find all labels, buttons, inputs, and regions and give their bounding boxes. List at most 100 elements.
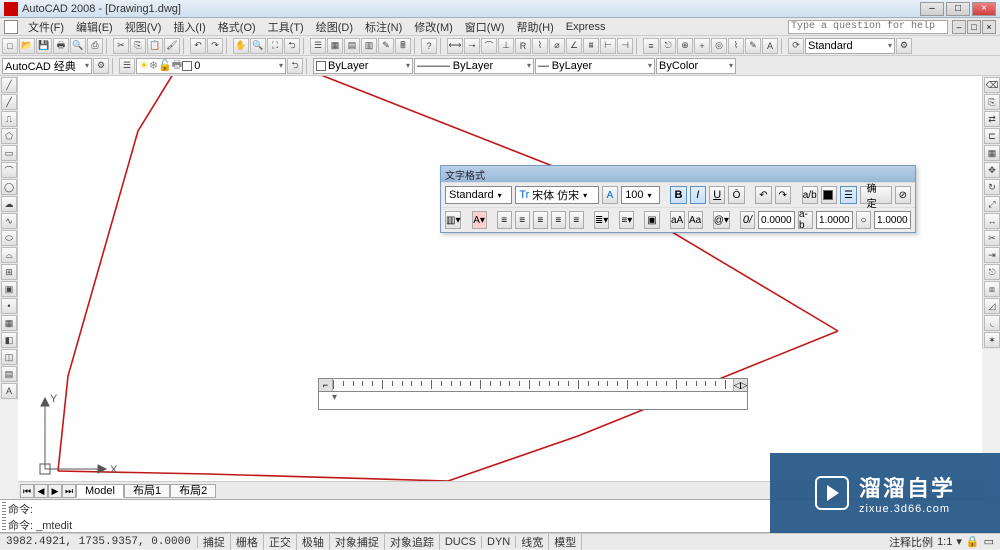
para-justify-icon[interactable]: ≡	[551, 211, 566, 229]
layer-combo[interactable]: ☀❄🔓🖶 0▾	[136, 58, 286, 74]
menu-format[interactable]: 格式(O)	[212, 19, 262, 35]
italic-button[interactable]: I	[690, 186, 706, 204]
drawing-area[interactable]: X Y ⌐ ◁▷ ▾	[18, 76, 982, 481]
columns-icon[interactable]: ▥▾	[445, 211, 461, 229]
preview-icon[interactable]: 🔍	[70, 38, 86, 54]
tab-last-icon[interactable]: ⏭	[62, 484, 76, 498]
minimize-button[interactable]: –	[920, 2, 944, 16]
dc-icon[interactable]: ▦	[327, 38, 343, 54]
pan-icon[interactable]: ✋	[233, 38, 249, 54]
layer-props-icon[interactable]: ☰	[119, 58, 135, 74]
matchprop-icon[interactable]: 🖌	[164, 38, 180, 54]
xline-icon[interactable]: ╱	[1, 94, 17, 110]
ok-button[interactable]: 确定	[860, 186, 892, 204]
circle-icon[interactable]: ◯	[1, 179, 17, 195]
publish-icon[interactable]: ⎙	[87, 38, 103, 54]
rectangle-icon[interactable]: ▭	[1, 145, 17, 161]
hatch-icon[interactable]: ▦	[1, 315, 17, 331]
annotative-icon[interactable]: A	[602, 186, 618, 204]
color-combo[interactable]: ByLayer▾	[313, 58, 413, 74]
layer-prev-icon[interactable]: ⮌	[287, 58, 303, 74]
para-right-icon[interactable]: ≡	[533, 211, 548, 229]
markup-icon[interactable]: ✎	[378, 38, 394, 54]
widthfactor-input[interactable]: 1.0000	[874, 211, 911, 229]
gradient-icon[interactable]: ◧	[1, 332, 17, 348]
text-height-combo[interactable]: 100▾	[621, 186, 660, 204]
otrack-toggle[interactable]: 对象追踪	[385, 534, 440, 550]
mdi-restore-button[interactable]: □	[967, 20, 981, 34]
menu-modify[interactable]: 修改(M)	[408, 19, 459, 35]
maximize-button[interactable]: □	[946, 2, 970, 16]
zoom-rt-icon[interactable]: 🔍	[250, 38, 266, 54]
dim-base-icon[interactable]: ⊢	[600, 38, 616, 54]
revcloud-icon[interactable]: ☁	[1, 196, 17, 212]
menu-edit[interactable]: 编辑(E)	[70, 19, 119, 35]
workspace-settings-icon[interactable]: ⚙	[93, 58, 109, 74]
line-icon[interactable]: ╱	[1, 77, 17, 93]
print-icon[interactable]: 🖶	[53, 38, 69, 54]
tracking-input[interactable]: 1.0000	[816, 211, 853, 229]
workspace-combo[interactable]: AutoCAD 经典▾	[2, 58, 92, 74]
dim-aligned-icon[interactable]: ⭢	[464, 38, 480, 54]
lineweight-combo[interactable]: — ByLayer▾	[535, 58, 655, 74]
dim-arc-icon[interactable]: ⌒	[481, 38, 497, 54]
tab-prev-icon[interactable]: ◀	[34, 484, 48, 498]
plotstyle-combo[interactable]: ByColor▾	[656, 58, 736, 74]
dimedit-icon[interactable]: ✎	[745, 38, 761, 54]
osnap-toggle[interactable]: 对象捕捉	[330, 534, 385, 550]
dim-quick-icon[interactable]: ⩩	[583, 38, 599, 54]
lwt-toggle[interactable]: 线宽	[516, 534, 549, 550]
stretch-icon[interactable]: ↔	[984, 213, 1000, 229]
ortho-toggle[interactable]: 正交	[264, 534, 297, 550]
redo2-icon[interactable]: ↷	[775, 186, 791, 204]
dim-dia-icon[interactable]: ⌀	[549, 38, 565, 54]
point-icon[interactable]: •	[1, 298, 17, 314]
extend-icon[interactable]: ⇥	[984, 247, 1000, 263]
stack-icon[interactable]: a/b	[802, 186, 818, 204]
ducs-toggle[interactable]: DUCS	[440, 536, 482, 548]
menu-file[interactable]: 文件(F)	[22, 19, 70, 35]
center-icon[interactable]: +	[694, 38, 710, 54]
insert-icon[interactable]: ⊞	[1, 264, 17, 280]
oblique-input[interactable]: 0.0000	[758, 211, 795, 229]
redo-icon[interactable]: ↷	[207, 38, 223, 54]
scale-icon[interactable]: ⤢	[984, 196, 1000, 212]
tab-next-icon[interactable]: ▶	[48, 484, 62, 498]
dim-space-icon[interactable]: ≡	[643, 38, 659, 54]
text-format-panel[interactable]: 文字格式 Standard▾ Tr 宋体 仿宋▾ A 100▾ B I U Ō …	[440, 165, 916, 233]
copy2-icon[interactable]: ⎘	[984, 94, 1000, 110]
dim-break-icon[interactable]: ⎋	[660, 38, 676, 54]
move-icon[interactable]: ✥	[984, 162, 1000, 178]
array-icon[interactable]: ▦	[984, 145, 1000, 161]
grid-toggle[interactable]: 栅格	[231, 534, 264, 550]
oblique-icon[interactable]: 0/	[740, 211, 755, 229]
widthfactor-icon[interactable]: ○	[856, 211, 871, 229]
ellipsearc-icon[interactable]: ⌓	[1, 247, 17, 263]
ruler-indent-icon[interactable]: ▾	[332, 392, 337, 403]
bold-button[interactable]: B	[670, 186, 686, 204]
help-icon[interactable]: ?	[421, 38, 437, 54]
tab-model[interactable]: Model	[76, 484, 124, 498]
jogline-icon[interactable]: ⌇	[728, 38, 744, 54]
dim-linear-icon[interactable]: ⟷	[447, 38, 463, 54]
save-icon[interactable]: 💾	[36, 38, 52, 54]
paste-icon[interactable]: 📋	[147, 38, 163, 54]
dimstyle-combo[interactable]: Standard▾	[805, 38, 895, 54]
ellipse-icon[interactable]: ⬭	[1, 230, 17, 246]
text-format-title[interactable]: 文字格式	[441, 166, 915, 182]
para-left-icon[interactable]: ≡	[497, 211, 512, 229]
menu-draw[interactable]: 绘图(D)	[310, 19, 359, 35]
region-icon[interactable]: ◫	[1, 349, 17, 365]
lowercase-icon[interactable]: Aa	[688, 211, 703, 229]
color-swatch[interactable]	[821, 186, 837, 204]
mtext-ruler[interactable]: ⌐ ◁▷	[318, 378, 748, 392]
table-icon[interactable]: ▤	[1, 366, 17, 382]
tab-layout2[interactable]: 布局2	[170, 484, 216, 498]
dyn-toggle[interactable]: DYN	[482, 536, 516, 548]
para-dist-icon[interactable]: ≡	[569, 211, 584, 229]
fillet-icon[interactable]: ◟	[984, 315, 1000, 331]
tp-icon[interactable]: ▤	[344, 38, 360, 54]
arc-icon[interactable]: ⌒	[1, 162, 17, 178]
dim-ord-icon[interactable]: ⊥	[498, 38, 514, 54]
annoscale-value[interactable]: 1:1	[937, 536, 952, 548]
